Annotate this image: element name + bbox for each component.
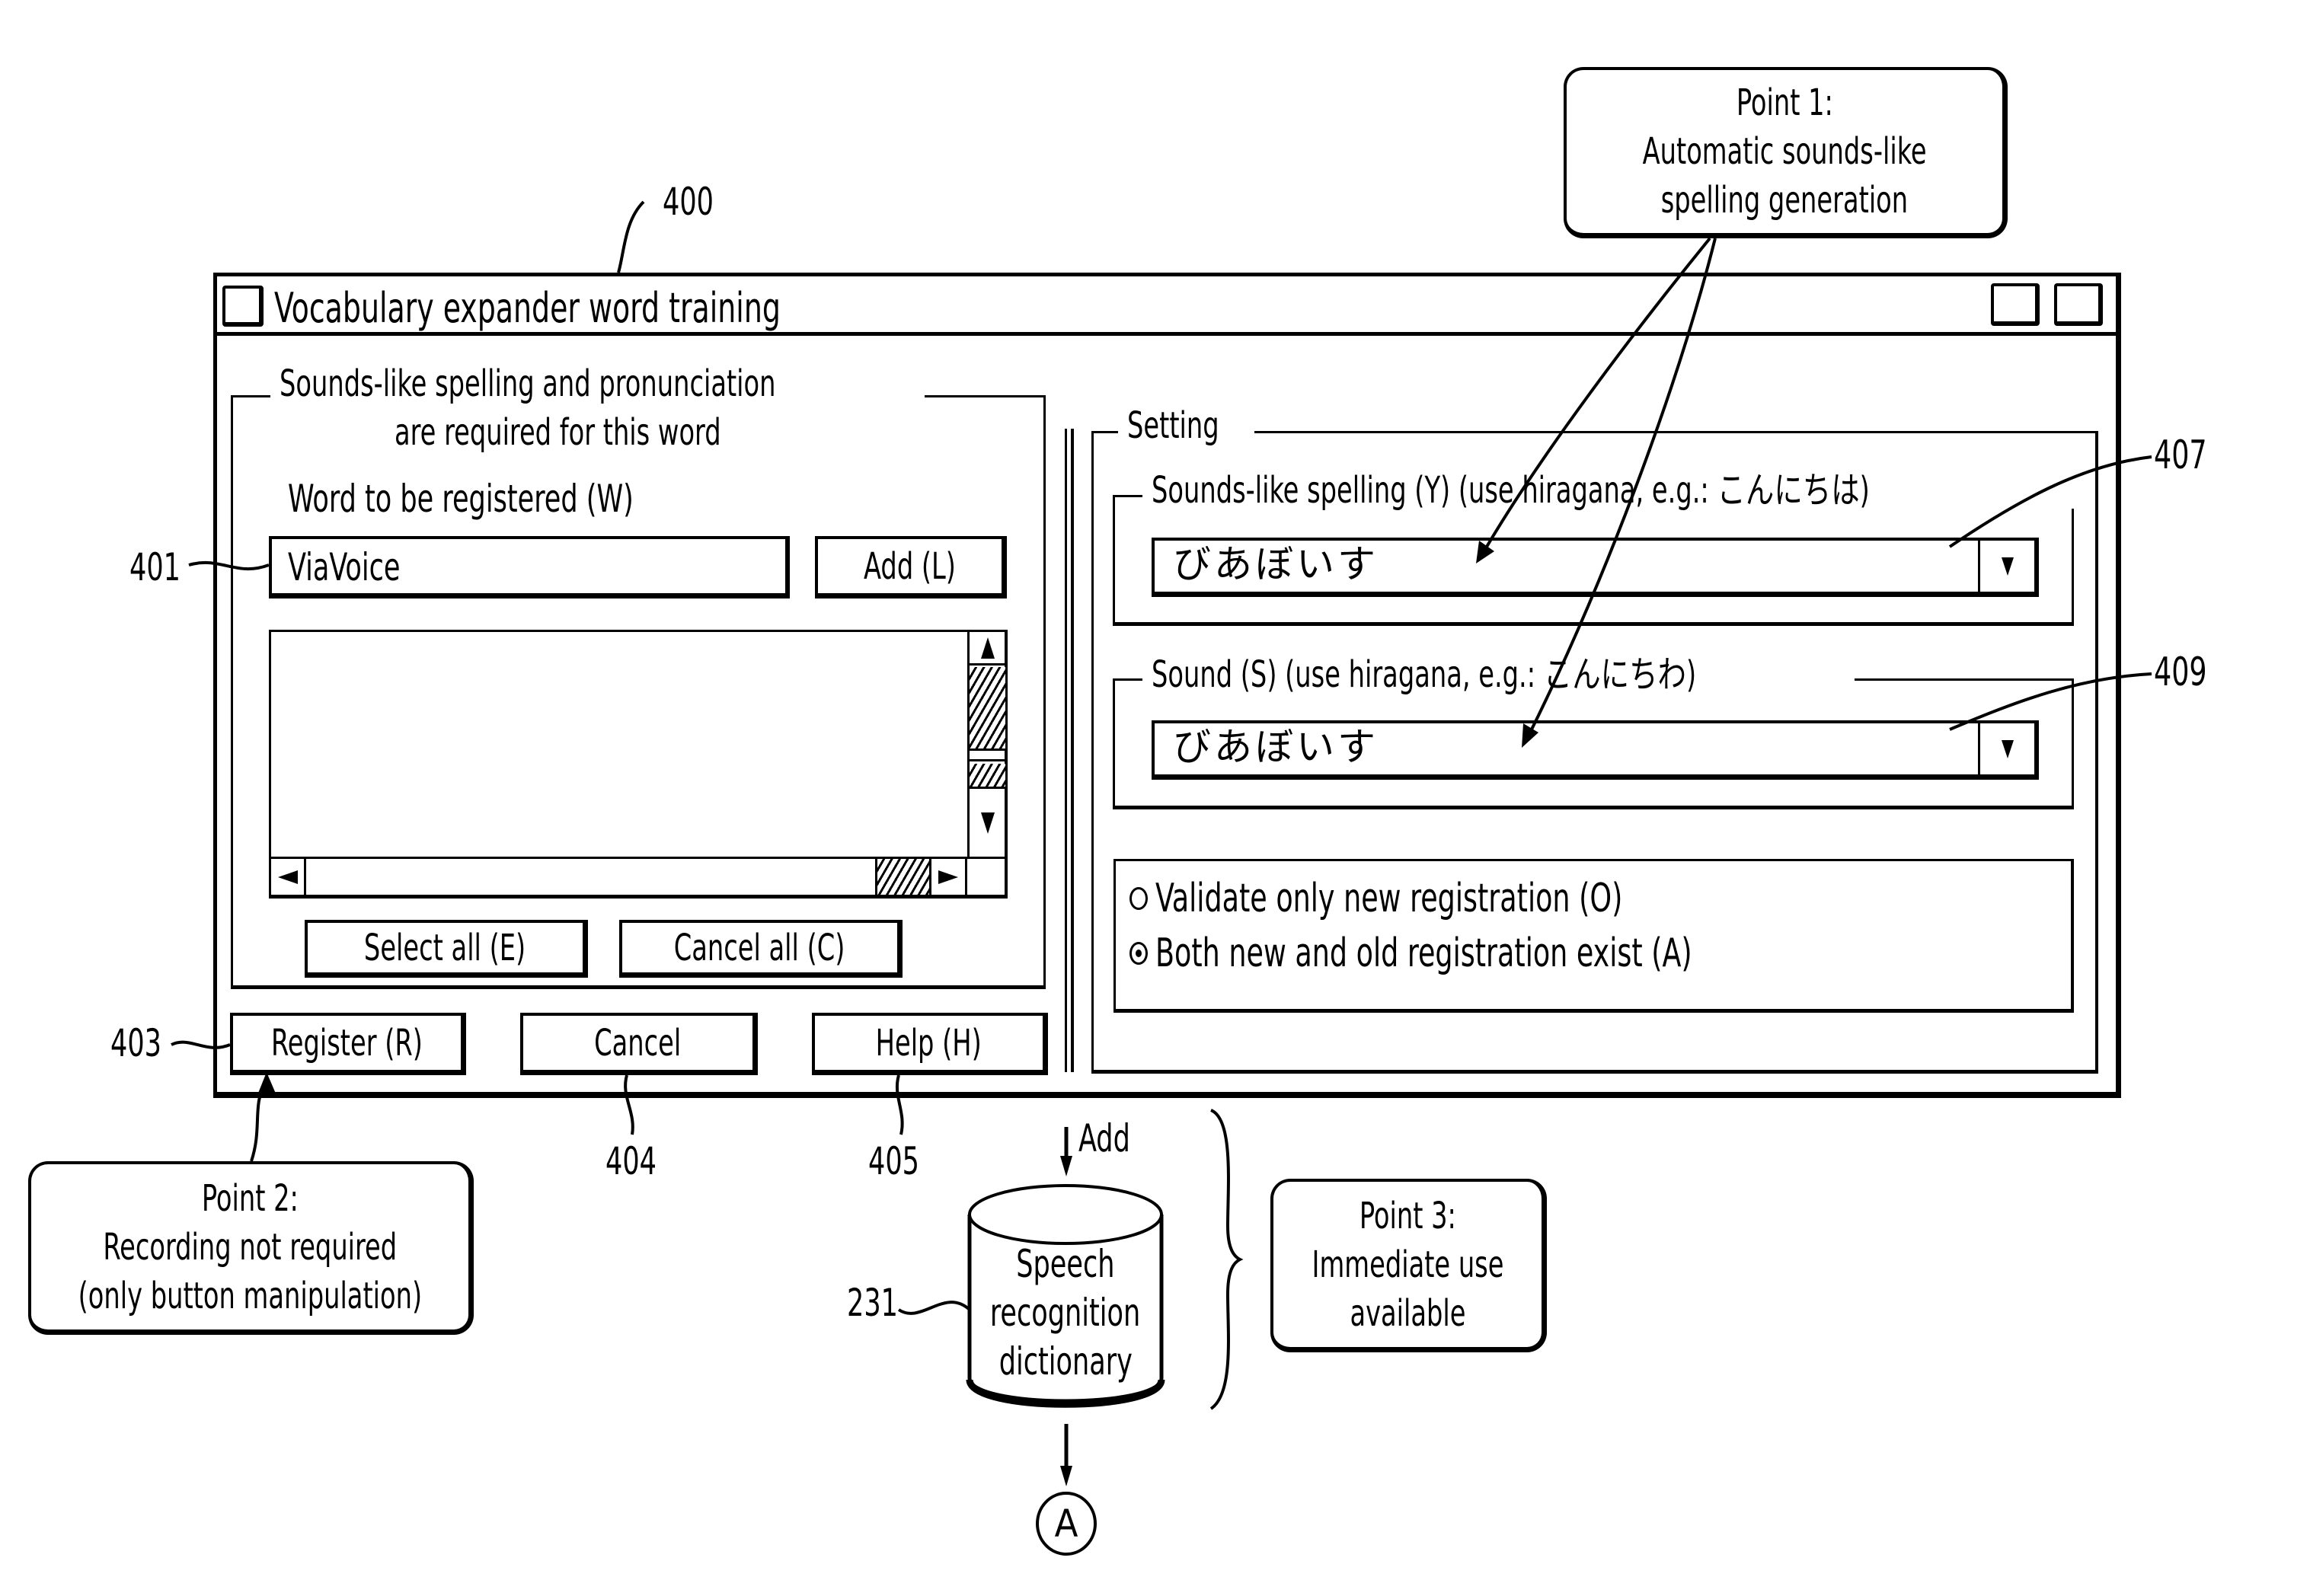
- chevron-down-icon: [2001, 557, 2014, 576]
- ref-400: 400: [663, 180, 714, 224]
- connector-arrow-head: [1060, 1466, 1072, 1486]
- word-label: Word to be registered (W): [288, 477, 634, 521]
- radio-selected-icon: [1129, 942, 1148, 965]
- brace: [1209, 1109, 1244, 1410]
- cancel-all-button[interactable]: Cancel all (C): [619, 920, 903, 978]
- ref-404: 404: [605, 1139, 657, 1183]
- scroll-down-icon[interactable]: [970, 789, 1005, 857]
- leader-231: [897, 1301, 971, 1315]
- title-bar-divider: [216, 332, 2117, 336]
- dictionary-cylinder-top: [968, 1184, 1163, 1245]
- scroll-left-icon[interactable]: [271, 859, 306, 895]
- vertical-scroll-gap: [970, 751, 1005, 761]
- sound-legend: Sound (S) (use hiragana, e.g.: こんにちわ): [1142, 656, 1855, 693]
- sounds-like-dropdown-button[interactable]: [1978, 541, 2034, 592]
- system-menu-icon[interactable]: [222, 286, 264, 327]
- pane-divider: [1065, 429, 1074, 1072]
- ref-409: 409: [2154, 650, 2207, 695]
- scroll-up-icon[interactable]: [970, 632, 1005, 666]
- dictionary-label: Speech recognition dictionary: [990, 1242, 1141, 1384]
- ref-403: 403: [110, 1021, 161, 1065]
- horizontal-scroll-thumb[interactable]: [875, 859, 931, 895]
- word-input-value: ViaVoice: [288, 545, 401, 589]
- ref-231: 231: [847, 1281, 898, 1325]
- sounds-like-value: びあぼいす: [1173, 542, 1379, 586]
- scroll-right-icon[interactable]: [931, 859, 967, 895]
- callout-point-2: Point 2: Recording not required (only bu…: [28, 1161, 474, 1335]
- connector-a-label: A: [1054, 1502, 1078, 1546]
- word-group-legend: Sounds-like spelling and pronunciation: [270, 365, 925, 402]
- ref-401: 401: [129, 545, 181, 589]
- vertical-scroll-track[interactable]: [970, 764, 1005, 789]
- add-label: Add: [1078, 1116, 1130, 1160]
- radio-validate-only-new[interactable]: Validate only new registration (O): [1129, 876, 1754, 921]
- cancel-button[interactable]: Cancel: [520, 1013, 758, 1075]
- register-button[interactable]: Register (R): [230, 1013, 466, 1075]
- setting-group-legend: Setting: [1118, 407, 1254, 444]
- leader-400: [617, 200, 645, 273]
- window-title: Vocabulary expander word training: [274, 284, 781, 332]
- help-button[interactable]: Help (H): [812, 1013, 1048, 1075]
- chevron-down-icon: [2001, 739, 2014, 758]
- ref-405: 405: [868, 1139, 919, 1183]
- minimize-button[interactable]: [1991, 283, 2040, 326]
- select-all-button[interactable]: Select all (E): [305, 920, 588, 978]
- radio-unselected-icon: [1129, 887, 1148, 910]
- add-arrow-head: [1060, 1156, 1072, 1176]
- ref-407: 407: [2154, 433, 2207, 478]
- callout-point-3: Point 3: Immediate use available: [1270, 1179, 1547, 1352]
- sound-dropdown-button[interactable]: [1978, 723, 2034, 774]
- callout-point-1: Point 1: Automatic sounds-like spelling …: [1564, 67, 2008, 238]
- word-group-legend-line2: are required for this word: [395, 411, 721, 454]
- maximize-button[interactable]: [2054, 283, 2103, 326]
- add-button[interactable]: Add (L): [815, 536, 1007, 598]
- vertical-scroll-thumb[interactable]: [970, 667, 1005, 751]
- sound-value: びあぼいす: [1173, 725, 1379, 769]
- radio-both-new-and-old[interactable]: Both new and old registration exist (A): [1129, 930, 1843, 976]
- sounds-like-legend: Sounds-like spelling (Y) (use hiragana, …: [1142, 472, 2077, 509]
